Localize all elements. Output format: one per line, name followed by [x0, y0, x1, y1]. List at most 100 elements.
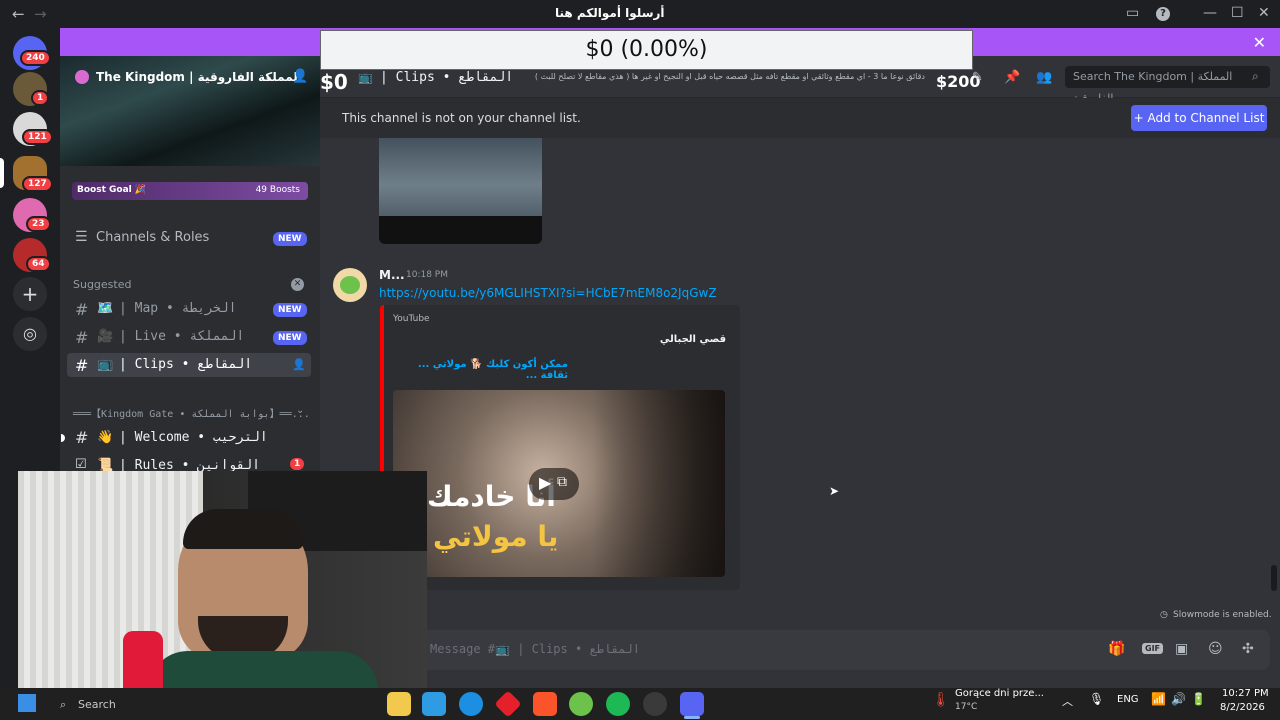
- microphone-tray-icon[interactable]: 🎙: [1089, 692, 1104, 706]
- add-member-icon[interactable]: 👤: [292, 358, 306, 371]
- channel-icon: 🗺️: [97, 301, 114, 316]
- window-title: أرسلوا أموالكم هنا: [555, 6, 665, 20]
- channel-topic[interactable]: دقائق نوعا ما 3 - اي مقطع وثائقي او مقطع…: [490, 72, 925, 81]
- add-server-icon[interactable]: +: [13, 277, 47, 311]
- sticker-icon[interactable]: ▣: [1175, 641, 1188, 657]
- message-author[interactable]: M...: [379, 268, 405, 282]
- help-icon[interactable]: ?: [1156, 7, 1170, 21]
- mention-badge: 1: [290, 458, 305, 470]
- thumbnail-shadow: [593, 390, 725, 577]
- home-badge: 240: [20, 50, 51, 66]
- slowmode-text: Slowmode is enabled.: [1173, 610, 1272, 620]
- gif-icon[interactable]: GIF: [1142, 643, 1164, 654]
- help-app-icon[interactable]: [459, 692, 483, 716]
- embed-provider: YouTube: [393, 314, 430, 324]
- previous-attachment-image[interactable]: [379, 138, 542, 244]
- hashtag-icon: #: [75, 328, 89, 347]
- start-icon[interactable]: [18, 694, 36, 712]
- left-amount: $0: [320, 70, 348, 94]
- selected-server-pill: [0, 158, 4, 188]
- weather-title[interactable]: Gorące dni prze...: [955, 688, 1044, 699]
- close-window-icon[interactable]: ✕: [1258, 5, 1270, 21]
- active-app-indicator: [684, 716, 700, 719]
- youtube-link[interactable]: https://youtu.be/y6MGLIHSTXI?si=HCbE7mEM…: [379, 286, 717, 300]
- avatar[interactable]: [333, 268, 367, 302]
- shirt-image-region: [379, 138, 542, 216]
- dismiss-suggested-icon[interactable]: ✕: [291, 278, 304, 291]
- hashtag-icon: #: [75, 356, 89, 375]
- discover-icon[interactable]: ◎: [13, 317, 47, 351]
- language-indicator[interactable]: ENG: [1117, 694, 1139, 705]
- video-thumbnail[interactable]: أنا خادمك يا مولاتي ▶ ⧉: [393, 390, 725, 577]
- embed-author[interactable]: قصي الجبالي: [620, 334, 726, 345]
- mouse-cursor: ➤: [829, 484, 840, 498]
- suggested-heading: Suggested: [73, 278, 132, 291]
- sidebar-item-live[interactable]: | Live • المملكة: [119, 329, 244, 344]
- discord-taskbar-icon[interactable]: [680, 692, 704, 716]
- server-badge: 121: [22, 129, 53, 145]
- channel-icon: 🎥: [97, 329, 114, 344]
- message-timestamp: 10:18 PM: [406, 270, 448, 280]
- boost-count: 49 Boosts: [255, 185, 300, 195]
- webcam-overlay: [18, 471, 427, 701]
- wifi-icon[interactable]: 📶: [1151, 692, 1166, 706]
- tray-chevron-icon[interactable]: ︿: [1062, 693, 1073, 709]
- channel-icon: 📺: [358, 70, 373, 84]
- threads-icon[interactable]: ✎: [972, 70, 983, 85]
- chat-scrollbar[interactable]: [1271, 565, 1277, 591]
- volume-icon[interactable]: 🔊: [1171, 692, 1186, 706]
- category-kingdom-gate[interactable]: ═══【Kingdom Gate • بوابة المملكة】══...: [73, 405, 310, 420]
- obs-icon[interactable]: [643, 692, 667, 716]
- server-badge: 127: [22, 176, 53, 192]
- maximize-icon[interactable]: ☐: [1231, 5, 1244, 21]
- banner-close-icon[interactable]: ✕: [1253, 33, 1266, 52]
- chevron-down-icon[interactable]: ⌄: [296, 405, 304, 416]
- apps-icon[interactable]: ✣: [1242, 641, 1254, 657]
- taskbar-search-icon[interactable]: ⌕: [60, 698, 66, 712]
- back-arrow-icon[interactable]: ←: [12, 5, 25, 23]
- play-overlay[interactable]: ▶ ⧉: [529, 468, 579, 500]
- title-bar: ← → أرسلوا أموالكم هنا ▭ ? — ☐ ✕: [0, 0, 1280, 28]
- brave-browser-icon[interactable]: [533, 692, 557, 716]
- pin-icon[interactable]: 📌: [1004, 70, 1020, 85]
- sidebar-item-map[interactable]: | Map • الخريطة: [119, 301, 236, 316]
- hashtag-icon: #: [75, 428, 89, 447]
- forward-arrow-icon[interactable]: →: [34, 5, 47, 23]
- new-badge: NEW: [273, 303, 307, 317]
- gift-icon[interactable]: 🎁: [1108, 641, 1125, 657]
- battery-icon[interactable]: 🔋: [1191, 692, 1206, 706]
- spotify-icon[interactable]: [606, 692, 630, 716]
- server-logo-icon: [75, 70, 89, 84]
- search-input[interactable]: Search The Kingdom | المملكة الفاروقية: [1065, 66, 1270, 105]
- emoji-icon[interactable]: ☺: [1208, 641, 1223, 657]
- channels-roles-link[interactable]: Channels & Roles: [96, 230, 209, 245]
- store-icon[interactable]: [422, 692, 446, 716]
- channel-icon: 📺: [97, 357, 114, 372]
- add-to-channel-list-button[interactable]: + Add to Channel List: [1131, 105, 1267, 131]
- boost-goal-label: Boost Goal 🎉: [77, 185, 147, 195]
- windows-taskbar: [0, 688, 1280, 720]
- channel-icon: 👋: [97, 430, 114, 445]
- member-list-icon[interactable]: 👥: [1036, 70, 1052, 85]
- sidebar-item-clips[interactable]: | Clips • المقاطع: [119, 357, 252, 372]
- play-icon: ▶: [539, 473, 552, 492]
- taskbar-search[interactable]: Search: [78, 698, 116, 711]
- taskbar-date[interactable]: 8/2/2026: [1220, 702, 1265, 713]
- sidebar-item-welcome[interactable]: | Welcome • الترحيب: [119, 430, 268, 445]
- chevron-down-icon[interactable]: ⌄: [264, 70, 273, 83]
- boost-goal-bar[interactable]: Boost Goal 🎉 49 Boosts: [72, 182, 308, 200]
- person-hair: [183, 509, 303, 549]
- invite-people-icon[interactable]: 👤: [292, 69, 308, 84]
- weather-temp: 17°C: [955, 702, 978, 712]
- notice-text: This channel is not on your channel list…: [342, 111, 581, 125]
- new-badge: NEW: [273, 331, 307, 345]
- file-explorer-icon[interactable]: [387, 692, 411, 716]
- minimize-icon[interactable]: —: [1203, 5, 1217, 21]
- new-badge: NEW: [273, 232, 307, 246]
- thumbnail-text-bottom: يا مولاتي: [433, 520, 559, 553]
- taskbar-time[interactable]: 10:27 PM: [1222, 688, 1269, 699]
- utorrent-icon[interactable]: [569, 692, 593, 716]
- embed-title[interactable]: ممكن أكون كلبك 🐕 مولاتي ... ثقافة ...: [393, 359, 568, 381]
- inbox-icon[interactable]: ▭: [1126, 5, 1139, 21]
- channels-roles-icon: ☰: [75, 229, 88, 245]
